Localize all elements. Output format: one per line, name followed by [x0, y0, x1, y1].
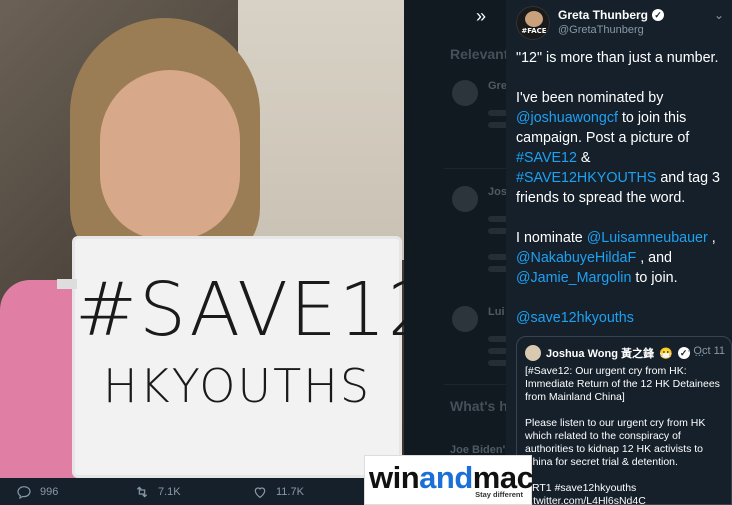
chevron-down-icon[interactable]: ⌄	[714, 8, 724, 22]
quoted-line: [#Save12: Our urgent cry from HK: Immedi…	[525, 365, 720, 403]
quoted-date: · Oct 11	[686, 345, 725, 357]
retweet-count: 7.1K	[158, 485, 181, 498]
avatar-face	[525, 11, 543, 27]
collapse-panel-icon[interactable]: »	[476, 6, 486, 27]
author-handle[interactable]: @GretaThunberg	[558, 24, 644, 36]
mention-link[interactable]: @save12hkyouths	[516, 310, 634, 326]
hashtag-link[interactable]: #SAVE12	[516, 150, 577, 166]
tweet-paragraph-3: I nominate @Luisamneubauer , @NakabuyeHi…	[516, 228, 730, 288]
mention-link[interactable]: @joshuawongcf	[516, 110, 618, 126]
avatar-label: #FACE	[521, 27, 547, 35]
quoted-author-name: Joshua Wong 黃之鋒	[546, 348, 654, 360]
modal-overlay	[404, 0, 506, 505]
reply-count: 996	[40, 485, 59, 498]
mention-link[interactable]: @Luisamneubauer	[587, 230, 708, 246]
author-name-text: Greta Thunberg	[558, 8, 649, 22]
author-avatar[interactable]: #FACE	[516, 6, 550, 40]
text-span: to join.	[635, 270, 678, 286]
reply-button[interactable]: 996	[16, 484, 134, 500]
tweet-photo[interactable]: #SAVE12 HKYOUTHS	[0, 0, 404, 478]
tweet-detail-panel: #FACE Greta Thunberg ✓ @GretaThunberg ⌄ …	[506, 0, 732, 505]
heart-icon	[254, 486, 266, 498]
mention-link[interactable]: @NakabuyeHildaF	[516, 250, 636, 266]
quoted-line: ART1 #save12hkyouths	[525, 482, 637, 494]
quoted-text: [#Save12: Our urgent cry from HK: Immedi…	[525, 365, 729, 504]
reply-icon	[17, 485, 31, 499]
sign-text: #SAVE12 HKYOUTHS	[75, 267, 404, 413]
author-name[interactable]: Greta Thunberg ✓	[558, 8, 665, 22]
tweet-paragraph-2: I've been nominated by @joshuawongcf to …	[516, 88, 730, 208]
tweet-text: "12" is more than just a number. I've be…	[516, 48, 730, 348]
tweet-paragraph-4: @save12hkyouths	[516, 308, 730, 328]
tweet-line: "12" is more than just a number.	[516, 50, 719, 66]
background-sidebar: Relevant Gre Jos Lui What's h Joe Biden'…	[404, 0, 506, 505]
mention-link[interactable]: @Jamie_Margolin	[516, 270, 631, 286]
text-span: I've been nominated by	[516, 90, 664, 106]
quoted-tweet-header: Joshua Wong 黃之鋒 😷 ✓ ...	[525, 345, 704, 361]
watermark-logo: winandmac Stay different	[364, 455, 534, 505]
like-count: 11.7K	[276, 485, 304, 498]
sign-line-2: HKYOUTHS	[102, 359, 372, 413]
board-clip	[57, 279, 77, 289]
text-span: ,	[711, 230, 716, 246]
whiteboard-sign: #SAVE12 HKYOUTHS	[57, 236, 404, 478]
wm-part: win	[369, 460, 420, 495]
retweet-button[interactable]: 7.1K	[134, 484, 252, 500]
sign-line-1: #SAVE12	[75, 267, 404, 353]
retweet-icon	[136, 485, 148, 498]
photo-wall	[238, 0, 404, 260]
quoted-link[interactable]: c.twitter.com/L4Hl6sNd4C	[525, 495, 729, 504]
like-button[interactable]: 11.7K	[252, 484, 370, 500]
quoted-tweet[interactable]: Joshua Wong 黃之鋒 😷 ✓ ... · Oct 11 [#Save1…	[516, 336, 732, 505]
text-span: &	[580, 150, 591, 166]
photo-face	[100, 70, 240, 240]
wm-part: and	[419, 460, 473, 495]
mask-emoji: 😷	[658, 347, 673, 360]
tweet-action-bar: 996 7.1K 11.7K	[0, 478, 404, 505]
hashtag-link[interactable]: #SAVE12HKYOUTHS	[516, 170, 656, 186]
quoted-line: Please listen to our urgent cry from HK …	[525, 417, 706, 468]
watermark-tagline: Stay different	[475, 490, 523, 499]
avatar	[525, 345, 541, 361]
text-span: I nominate	[516, 230, 583, 246]
text-span: , and	[640, 250, 673, 266]
verified-icon: ✓	[652, 9, 665, 21]
